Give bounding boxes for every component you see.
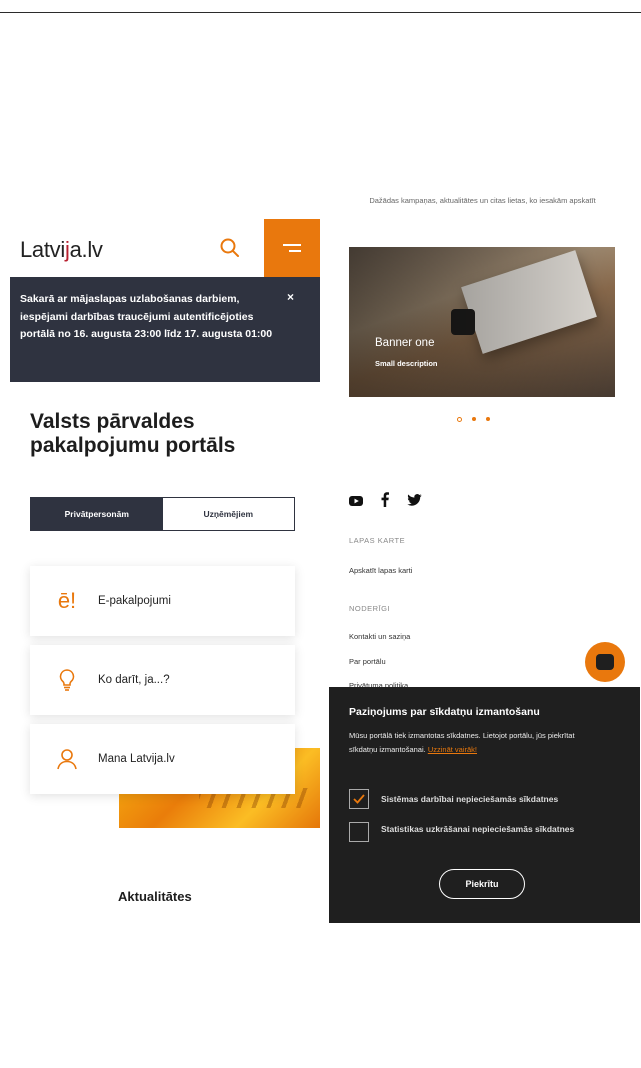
banner-slide[interactable]: Banner one Small description <box>349 247 615 397</box>
page-title: Valsts pārvaldes pakalpojumu portāls <box>30 410 236 457</box>
audience-tabs: Privātpersonām Uzņēmējiem <box>30 497 295 531</box>
cookie-title: Paziņojums par sīkdatņu izmantošanu <box>349 706 540 718</box>
card-label: Mana Latvija.lv <box>98 753 175 765</box>
cookie-more-link[interactable]: Uzzināt vairāk! <box>428 745 477 754</box>
lightbulb-icon <box>52 668 82 692</box>
logo-suffix: a.lv <box>69 237 103 262</box>
checkbox-statistics[interactable] <box>349 822 369 842</box>
footer-link-about[interactable]: Par portālu <box>349 657 386 666</box>
close-icon[interactable]: × <box>287 290 294 304</box>
card-e-services[interactable]: ē! E-pakalpojumi <box>30 566 295 636</box>
sitemap-heading: LAPAS KARTE <box>349 536 406 545</box>
top-divider <box>0 12 641 13</box>
checkbox-necessary[interactable] <box>349 789 369 809</box>
card-what-to-do[interactable]: Ko darīt, ja...? <box>30 645 295 715</box>
card-label: Ko darīt, ja...? <box>98 674 170 686</box>
youtube-icon[interactable] <box>349 493 363 511</box>
site-logo[interactable]: Latvija.lv <box>20 237 103 263</box>
tab-businesses[interactable]: Uzņēmējiem <box>162 498 294 530</box>
e-services-icon: ē! <box>57 588 77 613</box>
user-icon <box>52 748 82 770</box>
news-heading: Aktualitātes <box>118 889 192 904</box>
slider-dots <box>457 417 490 422</box>
chat-button[interactable] <box>585 642 625 682</box>
tab-private-persons[interactable]: Privātpersonām <box>31 498 163 530</box>
facebook-icon[interactable] <box>381 492 389 512</box>
slider-dot[interactable] <box>486 417 490 421</box>
cookie-body: Mūsu portālā tiek izmantotas sīkdatnes. … <box>349 729 604 757</box>
twitter-icon[interactable] <box>407 493 422 511</box>
useful-heading: NODERĪGI <box>349 604 391 613</box>
search-icon[interactable] <box>218 236 242 260</box>
slider-dot[interactable] <box>457 417 462 422</box>
site-header: Latvija.lv <box>10 219 320 277</box>
notice-text: Sakarā ar mājaslapas uzlabošanas darbiem… <box>20 293 273 340</box>
cookie-option-necessary[interactable]: Sistēmas darbībai nepieciešamās sīkdatne… <box>349 789 558 809</box>
slider-dot[interactable] <box>472 417 476 421</box>
card-label: E-pakalpojumi <box>98 595 171 607</box>
chat-icon <box>596 654 614 670</box>
sitemap-link[interactable]: Apskatīt lapas karti <box>349 566 412 575</box>
menu-button[interactable] <box>264 219 320 277</box>
logo-prefix: Latvi <box>20 237 65 262</box>
banner-intro: Dažādas kampaņas, aktualitātes un citas … <box>369 196 596 205</box>
cookie-option-label: Sistēmas darbībai nepieciešamās sīkdatne… <box>381 794 559 804</box>
menu-icon <box>283 240 301 256</box>
accept-cookies-button[interactable]: Piekrītu <box>439 869 525 899</box>
cookie-option-label: Statistikas uzkrāšanai nepieciešamās sīk… <box>381 824 575 834</box>
social-links <box>349 492 422 512</box>
cookie-option-statistics[interactable]: Statistikas uzkrāšanai nepieciešamās sīk… <box>349 822 629 842</box>
banner-title: Banner one <box>375 337 435 349</box>
card-my-latvija[interactable]: Mana Latvija.lv <box>30 724 295 794</box>
maintenance-notice: Sakarā ar mājaslapas uzlabošanas darbiem… <box>10 277 320 382</box>
banner-description: Small description <box>375 359 438 368</box>
footer-link-contacts[interactable]: Kontakti un saziņa <box>349 632 410 641</box>
cookie-banner: Paziņojums par sīkdatņu izmantošanu Mūsu… <box>329 687 640 923</box>
